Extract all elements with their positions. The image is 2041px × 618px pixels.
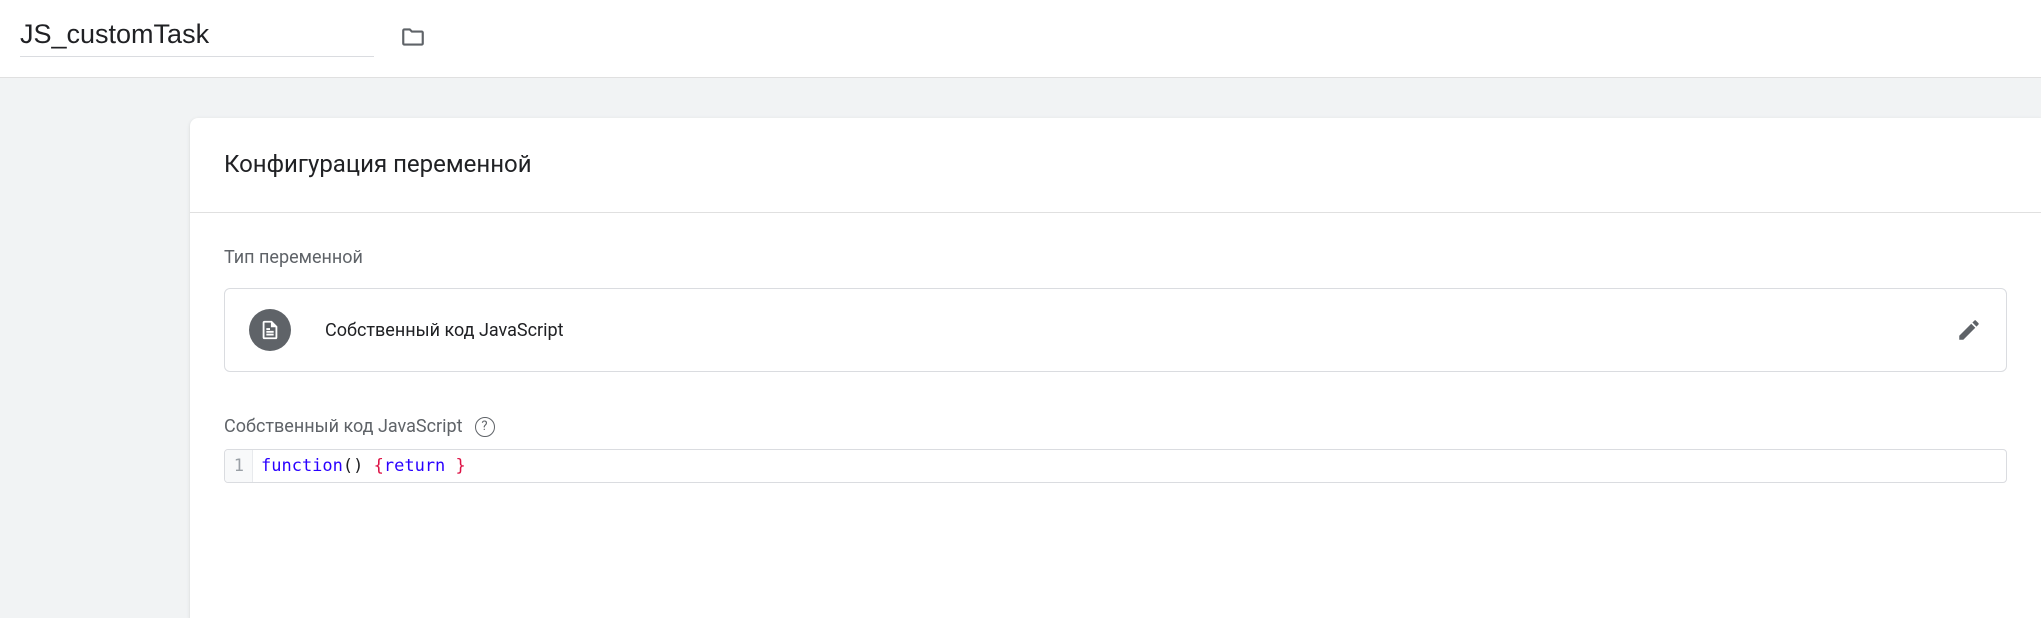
main-area: Конфигурация переменной Тип переменной С… — [0, 78, 2041, 618]
code-editor[interactable]: 1 function() {return } — [224, 449, 2007, 483]
code-token-brace-open: { — [374, 456, 384, 476]
code-label-row: Собственный код JavaScript ? — [224, 416, 2007, 437]
config-card: Конфигурация переменной Тип переменной С… — [190, 118, 2041, 618]
card-title: Конфигурация переменной — [224, 150, 2007, 178]
variable-name-input[interactable] — [20, 17, 374, 57]
line-number: 1 — [233, 452, 244, 480]
code-content[interactable]: function() {return } — [253, 450, 474, 482]
code-token-paren: () — [343, 456, 363, 476]
variable-type-name: Собственный код JavaScript — [325, 320, 1956, 341]
code-token-return: return — [384, 456, 445, 476]
variable-type-row[interactable]: Собственный код JavaScript — [224, 288, 2007, 372]
folder-icon[interactable] — [400, 24, 426, 50]
line-number-gutter: 1 — [225, 450, 253, 482]
code-token-brace-close: } — [456, 456, 466, 476]
code-token-function: function — [261, 456, 343, 476]
divider — [190, 212, 2041, 213]
type-section-label: Тип переменной — [224, 247, 2007, 268]
pencil-icon[interactable] — [1956, 317, 1982, 343]
document-icon — [249, 309, 291, 351]
code-section-label: Собственный код JavaScript — [224, 416, 463, 437]
header-bar — [0, 0, 2041, 78]
help-icon[interactable]: ? — [475, 417, 495, 437]
